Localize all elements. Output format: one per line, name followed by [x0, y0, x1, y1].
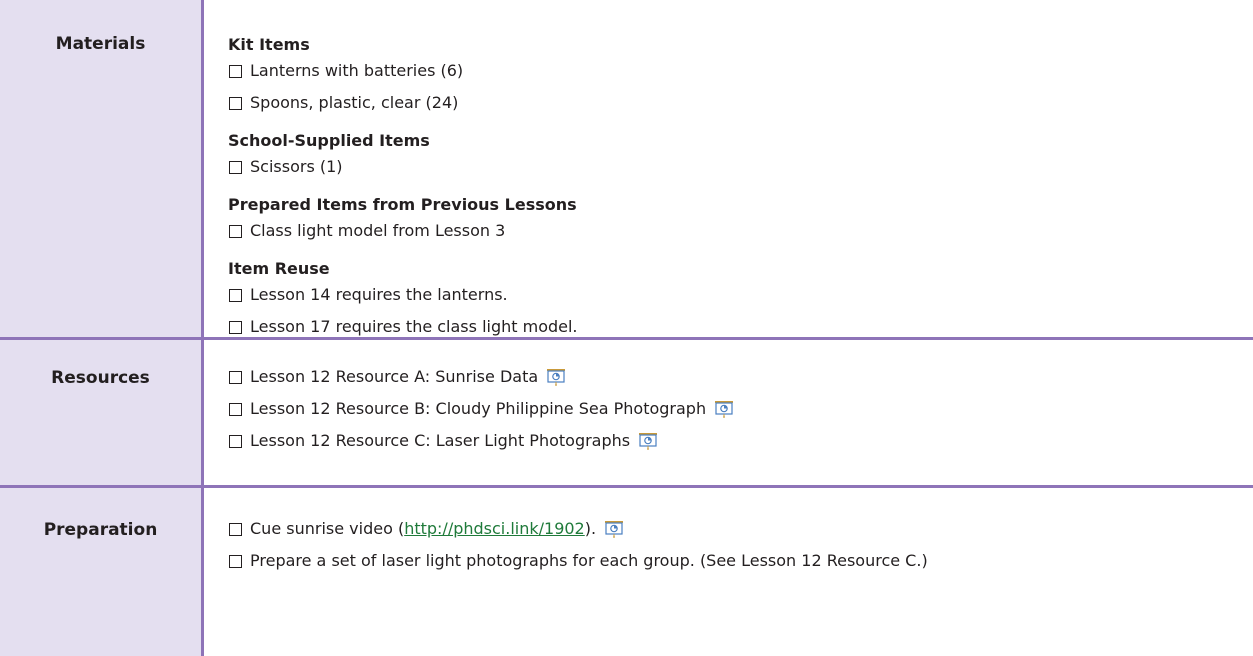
checkbox-icon[interactable]	[229, 522, 242, 536]
item-reuse-heading: Item Reuse	[228, 259, 330, 278]
resource-a-label: Lesson 12 Resource A: Sunrise Data	[250, 367, 539, 386]
kit-items-heading: Kit Items	[228, 35, 310, 54]
materials-row: Materials Kit Items Lanterns with batter…	[0, 0, 1253, 340]
checkbox-icon[interactable]	[229, 160, 242, 174]
checkbox-icon[interactable]	[229, 554, 242, 568]
school-supplied-group: School-Supplied Items Scissors (1)	[228, 131, 1253, 177]
resources-content: Lesson 12 Resource A: Sunrise Data Lesso…	[202, 338, 1253, 488]
item-reuse-group: Item Reuse Lesson 14 requires the lanter…	[228, 259, 1253, 337]
list-item: Lesson 14 requires the lanterns.	[228, 285, 1253, 305]
list-item: Lesson 12 Resource C: Laser Light Photog…	[228, 431, 1253, 451]
checkbox-icon[interactable]	[229, 288, 242, 302]
preparation-row: Preparation Cue sunrise video (http://ph…	[0, 486, 1253, 656]
checkbox-icon[interactable]	[229, 370, 242, 384]
list-item-label: Lanterns with batteries (6)	[250, 61, 464, 80]
video-prefix: Cue sunrise video (	[250, 519, 405, 538]
resources-row: Resources Lesson 12 Resource A: Sunrise …	[0, 338, 1253, 488]
checkbox-icon[interactable]	[229, 402, 242, 416]
list-item: Lesson 17 requires the class light model…	[228, 317, 1253, 337]
prepared-items-group: Prepared Items from Previous Lessons Cla…	[228, 195, 1253, 241]
checkbox-icon[interactable]	[229, 320, 242, 334]
resources-label: Resources	[51, 368, 150, 388]
kit-items-group: Kit Items Lanterns with batteries (6) Sp…	[228, 35, 1253, 113]
resource-c-label: Lesson 12 Resource C: Laser Light Photog…	[250, 431, 631, 450]
list-item: Cue sunrise video (http://phdsci.link/19…	[228, 519, 1253, 539]
list-item-label: Lesson 17 requires the class light model…	[250, 317, 578, 336]
prepared-items-heading: Prepared Items from Previous Lessons	[228, 195, 577, 214]
list-item: Class light model from Lesson 3	[228, 221, 1253, 241]
materials-label-cell: Materials	[0, 0, 204, 340]
checkbox-icon[interactable]	[229, 96, 242, 110]
preparation-label-cell: Preparation	[0, 486, 204, 656]
list-item: Lesson 12 Resource A: Sunrise Data	[228, 367, 1253, 387]
preparation-label: Preparation	[43, 520, 158, 540]
presentation-screen-icon[interactable]	[604, 520, 624, 538]
presentation-screen-icon[interactable]	[714, 400, 734, 418]
list-item-label: Class light model from Lesson 3	[250, 221, 506, 240]
resource-b-label: Lesson 12 Resource B: Cloudy Philippine …	[250, 399, 707, 418]
prepare-photographs-label: Prepare a set of laser light photographs…	[250, 551, 928, 570]
presentation-screen-icon[interactable]	[546, 368, 566, 386]
resources-label-cell: Resources	[0, 338, 204, 488]
list-item-label: Scissors (1)	[250, 157, 343, 176]
checkbox-icon[interactable]	[229, 64, 242, 78]
materials-content: Kit Items Lanterns with batteries (6) Sp…	[202, 0, 1253, 340]
list-item-label: Lesson 14 requires the lanterns.	[250, 285, 508, 304]
list-item: Scissors (1)	[228, 157, 1253, 177]
list-item: Prepare a set of laser light photographs…	[228, 551, 1253, 571]
school-supplied-heading: School-Supplied Items	[228, 131, 430, 150]
materials-label: Materials	[55, 34, 146, 54]
sunrise-video-link[interactable]: http://phdsci.link/1902	[404, 519, 585, 539]
checkbox-icon[interactable]	[229, 434, 242, 448]
preparation-content: Cue sunrise video (http://phdsci.link/19…	[203, 487, 1253, 656]
checkbox-icon[interactable]	[229, 224, 242, 238]
presentation-screen-icon[interactable]	[638, 432, 658, 450]
list-item: Spoons, plastic, clear (24)	[228, 93, 1253, 113]
video-suffix: ).	[584, 519, 597, 538]
list-item-label: Spoons, plastic, clear (24)	[250, 93, 459, 112]
list-item: Lesson 12 Resource B: Cloudy Philippine …	[228, 399, 1253, 419]
list-item: Lanterns with batteries (6)	[228, 61, 1253, 81]
materials-table: Materials Kit Items Lanterns with batter…	[0, 0, 1253, 656]
